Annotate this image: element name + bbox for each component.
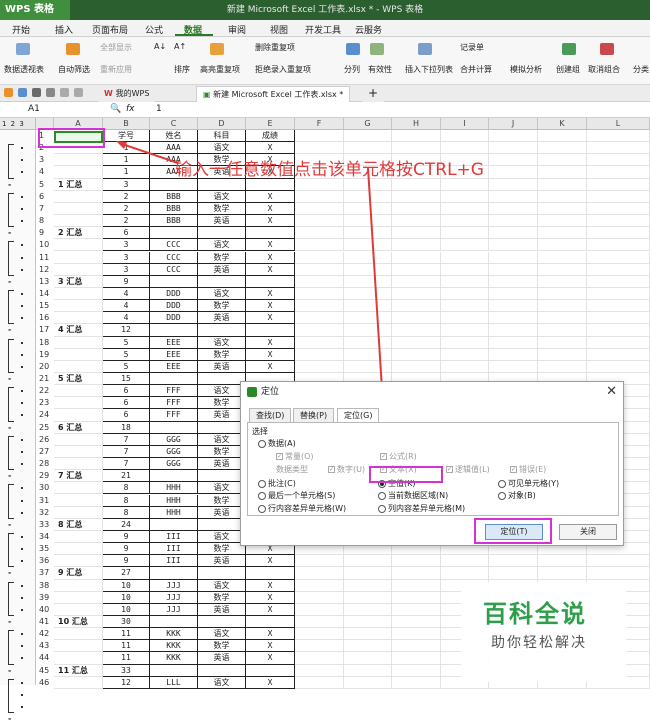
error-checkbox[interactable]: ✓ 错误(E) bbox=[510, 464, 546, 475]
error-label: 错误(E) bbox=[519, 465, 547, 474]
tab-find[interactable]: 查找(D) bbox=[249, 408, 292, 423]
number-label: 数字(U) bbox=[337, 465, 366, 474]
object-radio[interactable]: 对象(B) bbox=[498, 490, 536, 501]
constant-label: 常量(O) bbox=[285, 452, 314, 461]
visible-label: 可见单元格(Y) bbox=[508, 479, 560, 488]
comment-radio[interactable]: 批注(C) bbox=[258, 478, 296, 489]
instruction-annotation: 输入一任意数值点击该单元格按CTRL+G bbox=[175, 160, 484, 180]
select-section-label: 选择 bbox=[252, 427, 268, 436]
radio-icon bbox=[498, 491, 506, 500]
data-radio[interactable]: 数据(A) bbox=[258, 438, 296, 449]
radio-icon bbox=[258, 479, 266, 488]
object-label: 对象(B) bbox=[508, 491, 536, 500]
data-types-label: 数据类型 bbox=[276, 465, 308, 474]
close-icon[interactable]: ✕ bbox=[606, 384, 617, 399]
highlight-box-blank bbox=[369, 466, 443, 483]
checkbox-icon: ✓ bbox=[510, 466, 517, 473]
checkbox-icon: ✓ bbox=[446, 466, 453, 473]
current-region-label: 当前数据区域(N) bbox=[388, 491, 449, 500]
last-cell-label: 最后一个单元格(S) bbox=[268, 491, 336, 500]
watermark-brand: 百科全说 bbox=[483, 600, 587, 628]
logical-label: 逻辑值(L) bbox=[455, 465, 490, 474]
checkbox-icon: ✓ bbox=[328, 466, 335, 473]
visible-radio[interactable]: 可见单元格(Y) bbox=[498, 478, 559, 489]
close-button[interactable]: 关闭 bbox=[559, 524, 617, 540]
col-diff-radio[interactable]: 列内容差异单元格(M) bbox=[378, 503, 465, 514]
radio-icon bbox=[258, 504, 266, 513]
current-region-radio[interactable]: 当前数据区域(N) bbox=[378, 490, 448, 501]
tab-goto[interactable]: 定位(G) bbox=[337, 408, 380, 423]
row-diff-label: 行内容差异单元格(W) bbox=[268, 504, 347, 513]
tab-replace[interactable]: 替换(P) bbox=[293, 408, 335, 423]
row-diff-radio[interactable]: 行内容差异单元格(W) bbox=[258, 503, 346, 514]
arrow-to-a1-head bbox=[116, 141, 127, 149]
radio-icon bbox=[378, 504, 386, 513]
collapse-group-icon[interactable]: - bbox=[8, 715, 11, 723]
radio-icon bbox=[498, 479, 506, 488]
formula-checkbox[interactable]: ✓ 公式(R) bbox=[380, 451, 417, 462]
checkbox-icon: ✓ bbox=[276, 453, 283, 460]
col-diff-label: 列内容差异单元格(M) bbox=[388, 504, 466, 513]
comment-label: 批注(C) bbox=[268, 479, 296, 488]
number-checkbox[interactable]: ✓ 数字(U) bbox=[328, 464, 365, 475]
checkbox-icon: ✓ bbox=[380, 453, 387, 460]
watermark: 百科全说 助你轻松解决 bbox=[461, 582, 626, 682]
outline-dot bbox=[21, 693, 23, 696]
data-label: 数据(A) bbox=[268, 439, 296, 448]
arrow-to-a1 bbox=[121, 143, 179, 164]
watermark-slogan: 助你轻松解决 bbox=[491, 635, 587, 651]
formula-label: 公式(R) bbox=[389, 452, 417, 461]
last-cell-radio[interactable]: 最后一个单元格(S) bbox=[258, 490, 335, 501]
logical-checkbox[interactable]: ✓ 逻辑值(L) bbox=[446, 464, 490, 475]
radio-icon bbox=[258, 491, 266, 500]
radio-icon bbox=[378, 491, 386, 500]
dialog-title: 定位 bbox=[261, 387, 280, 397]
goto-dialog: 定位 ✕ 查找(D) 替换(P) 定位(G) 选择 数据(A) ✓ 常量(O) ✓… bbox=[240, 381, 624, 546]
outline-dot bbox=[21, 706, 23, 709]
constant-checkbox[interactable]: ✓ 常量(O) bbox=[276, 451, 314, 462]
radio-icon bbox=[258, 439, 266, 448]
highlight-box-ok bbox=[474, 518, 552, 544]
